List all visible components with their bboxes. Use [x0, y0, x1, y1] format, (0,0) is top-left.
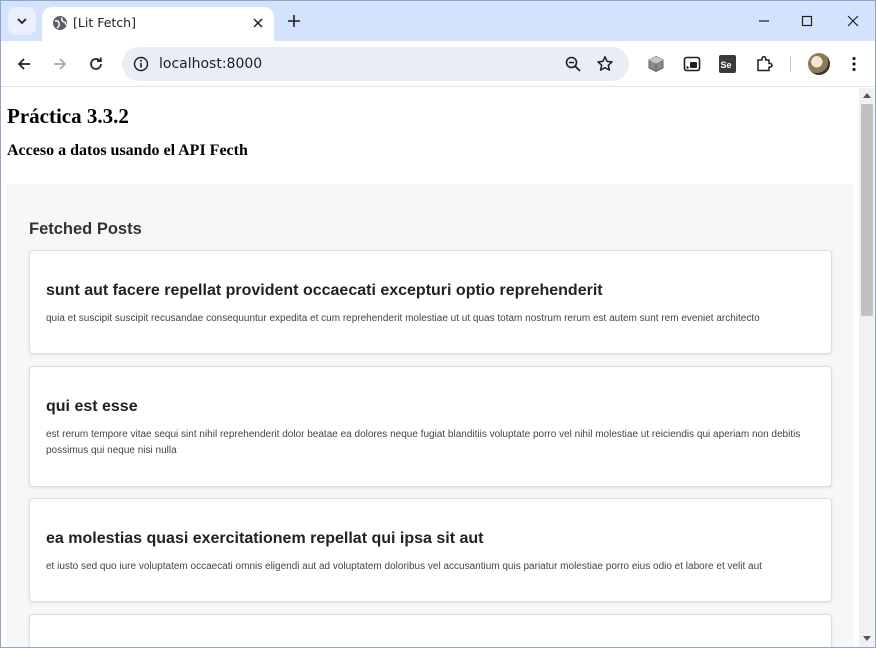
browser-menu-button[interactable]: [842, 52, 866, 76]
forward-button[interactable]: [48, 52, 72, 76]
posts-container: Fetched Posts sunt aut facere repellat p…: [7, 184, 854, 647]
scroll-down-arrow-icon[interactable]: [863, 636, 871, 641]
cube-icon: [648, 55, 664, 73]
address-bar[interactable]: localhost:8000: [122, 47, 629, 81]
site-info-icon: [133, 56, 149, 72]
globe-icon: [53, 16, 67, 30]
post-body: quia et suscipit suscipit recusandae con…: [46, 313, 760, 324]
zoom-out-icon[interactable]: [564, 55, 582, 73]
profile-avatar[interactable]: [808, 53, 830, 75]
scrollbar-thumb[interactable]: [861, 104, 873, 316]
extension-selenium-button[interactable]: Se: [716, 53, 738, 75]
cast-icon: [683, 56, 701, 72]
url-text: localhost:8000: [159, 56, 263, 72]
chevron-down-icon: [17, 18, 27, 25]
close-icon: [253, 18, 263, 28]
star-icon[interactable]: [596, 55, 614, 73]
page-scrollbar[interactable]: [859, 88, 875, 647]
reload-icon: [90, 57, 102, 70]
extension-cast-button[interactable]: [681, 53, 703, 75]
page-subtitle: Acceso a datos usando el API Fecth: [7, 142, 248, 159]
arrow-left-icon: [17, 58, 30, 70]
close-window-button[interactable]: [841, 9, 865, 33]
post-card: qui est esse est rerum tempore vitae seq…: [29, 366, 832, 487]
close-icon: [847, 15, 859, 27]
post-body: est rerum tempore vitae sequi sint nihil…: [46, 429, 801, 456]
browser-toolbar: localhost:8000 Se: [1, 41, 875, 87]
posts-heading: Fetched Posts: [29, 220, 142, 238]
toolbar-separator: [790, 56, 791, 72]
kebab-menu-icon: [852, 56, 856, 72]
minimize-icon: [759, 20, 769, 22]
selenium-label: Se: [720, 60, 732, 70]
post-card: sunt aut facere repellat provident occae…: [29, 250, 832, 354]
post-title: qui est esse: [46, 398, 138, 415]
post-card: ea molestias quasi exercitationem repell…: [29, 498, 832, 602]
maximize-button[interactable]: [795, 9, 819, 33]
extension-cube-button[interactable]: [645, 53, 667, 75]
minimize-button[interactable]: [752, 9, 776, 33]
new-tab-button[interactable]: [284, 11, 304, 31]
page-viewport: Práctica 3.3.2 Acceso a datos usando el …: [1, 88, 859, 647]
browser-window: [Lit Fetch] localhost:8000 Se Práctica 3…: [0, 0, 876, 648]
plus-icon: [288, 15, 300, 27]
maximize-icon: [801, 15, 813, 27]
tab-title: [Lit Fetch]: [73, 15, 136, 30]
scroll-up-arrow-icon[interactable]: [863, 93, 871, 98]
post-title: sunt aut facere repellat provident occae…: [46, 282, 603, 299]
tab-active[interactable]: [Lit Fetch]: [42, 7, 274, 41]
tab-strip: [Lit Fetch]: [1, 1, 875, 41]
post-card-partial: [29, 614, 832, 647]
puzzle-icon: [757, 55, 773, 72]
post-title: ea molestias quasi exercitationem repell…: [46, 530, 484, 547]
tab-search-button[interactable]: [8, 7, 36, 35]
reload-button[interactable]: [84, 52, 108, 76]
arrow-right-icon: [54, 58, 67, 70]
extensions-button[interactable]: [753, 53, 775, 75]
back-button[interactable]: [12, 52, 36, 76]
page-title: Práctica 3.3.2: [7, 104, 129, 128]
tab-close-button[interactable]: [249, 14, 267, 32]
site-info-button[interactable]: [132, 55, 150, 73]
post-body: et iusto sed quo iure voluptatem occaeca…: [46, 561, 762, 572]
selenium-icon: Se: [718, 55, 736, 73]
